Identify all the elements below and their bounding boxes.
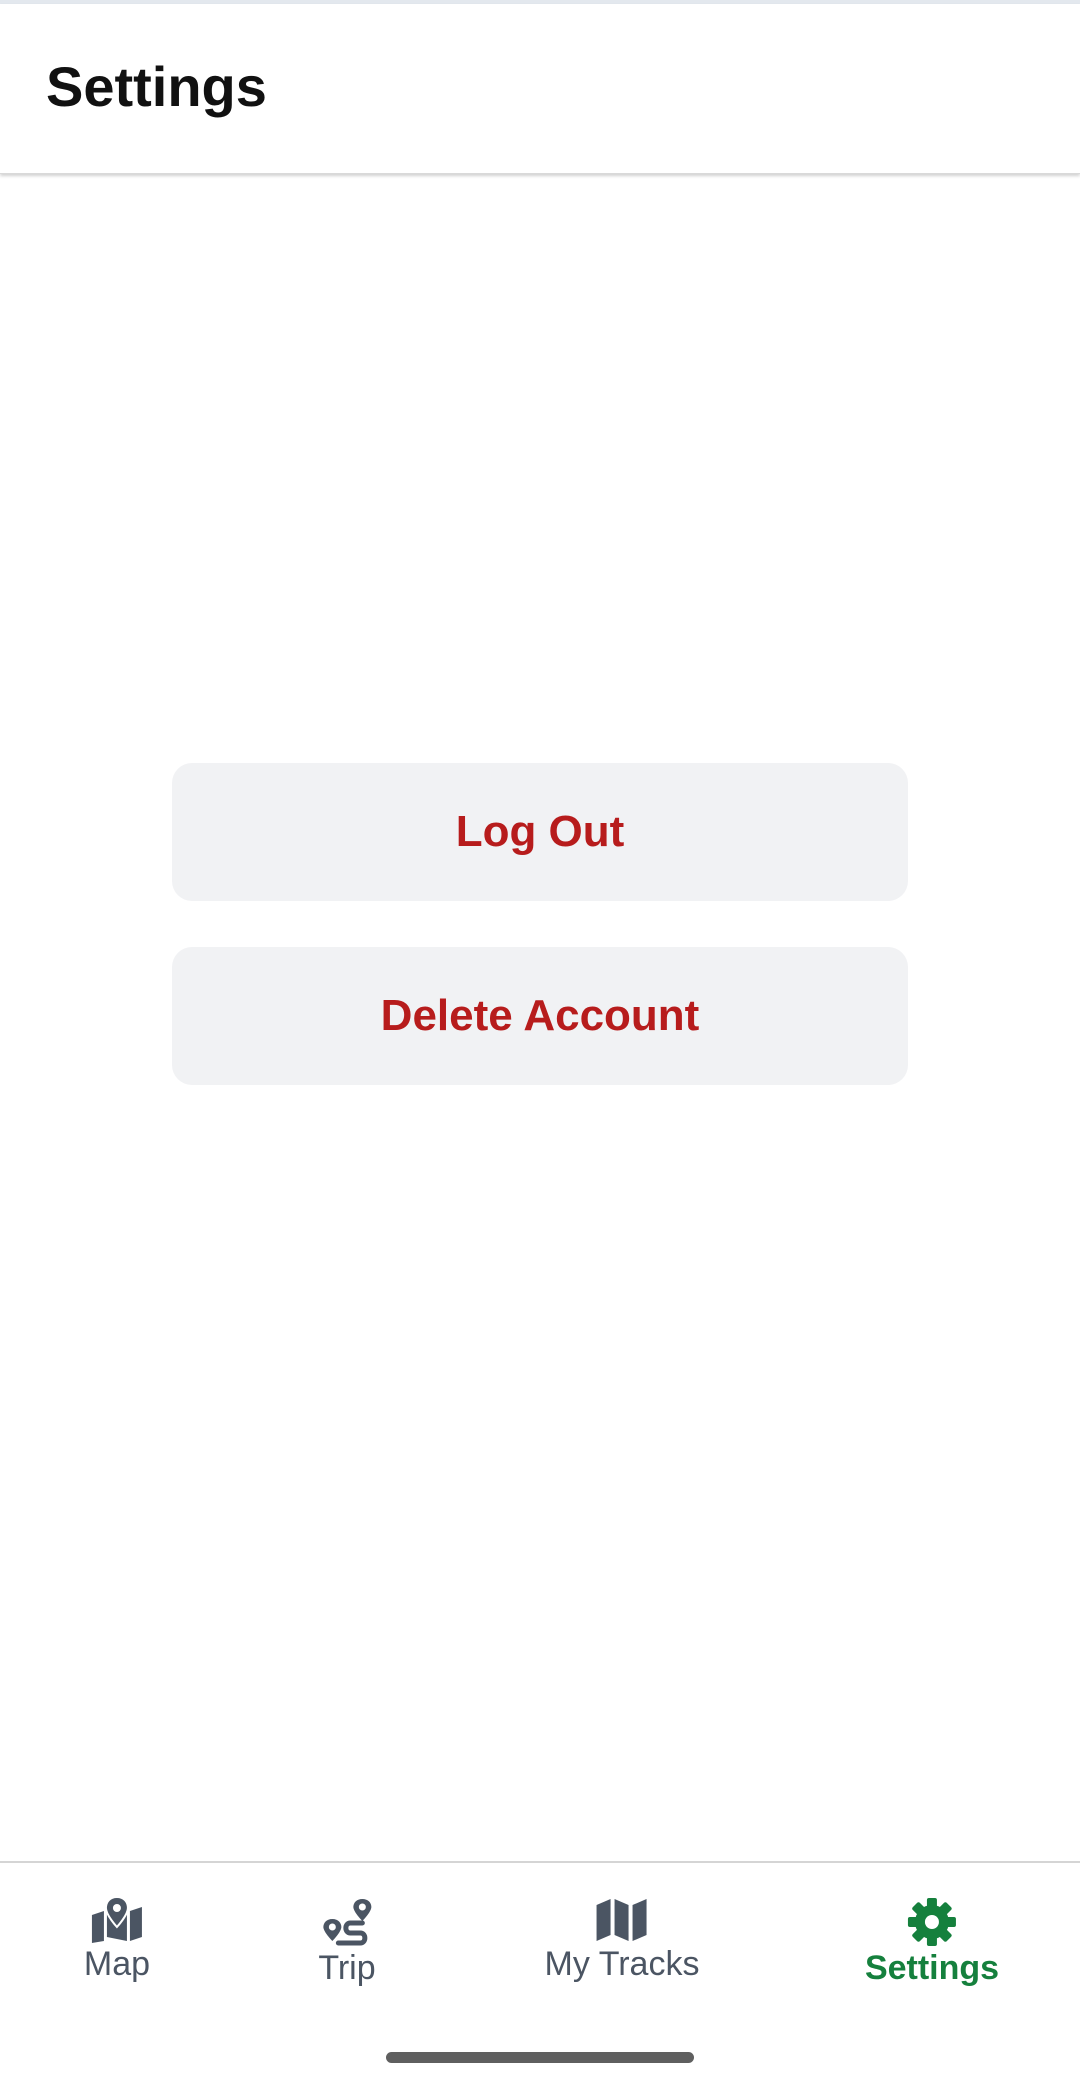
- log-out-button[interactable]: Log Out: [172, 763, 908, 901]
- tab-map[interactable]: Map: [84, 1897, 150, 1984]
- app-header: Settings: [0, 4, 1080, 174]
- tab-label-settings: Settings: [864, 1949, 1000, 1987]
- tab-my-tracks[interactable]: My Tracks: [544, 1897, 700, 1984]
- tab-label-my-tracks: My Tracks: [544, 1945, 700, 1983]
- route-icon: [322, 1899, 371, 1946]
- tab-settings[interactable]: Settings: [865, 1897, 999, 1988]
- page-title: Settings: [46, 55, 267, 118]
- settings-screen: Settings Log Out Delete Account Map Trip…: [0, 0, 1080, 2090]
- tab-label-map: Map: [83, 1945, 151, 1983]
- gear-icon: [908, 1898, 956, 1946]
- delete-account-button[interactable]: Delete Account: [172, 947, 908, 1085]
- folded-map-icon: [597, 1899, 647, 1941]
- map-pin-icon: [91, 1897, 142, 1943]
- tab-label-trip: Trip: [318, 1949, 376, 1987]
- home-indicator: [386, 2052, 694, 2063]
- tab-trip[interactable]: Trip: [318, 1897, 376, 1988]
